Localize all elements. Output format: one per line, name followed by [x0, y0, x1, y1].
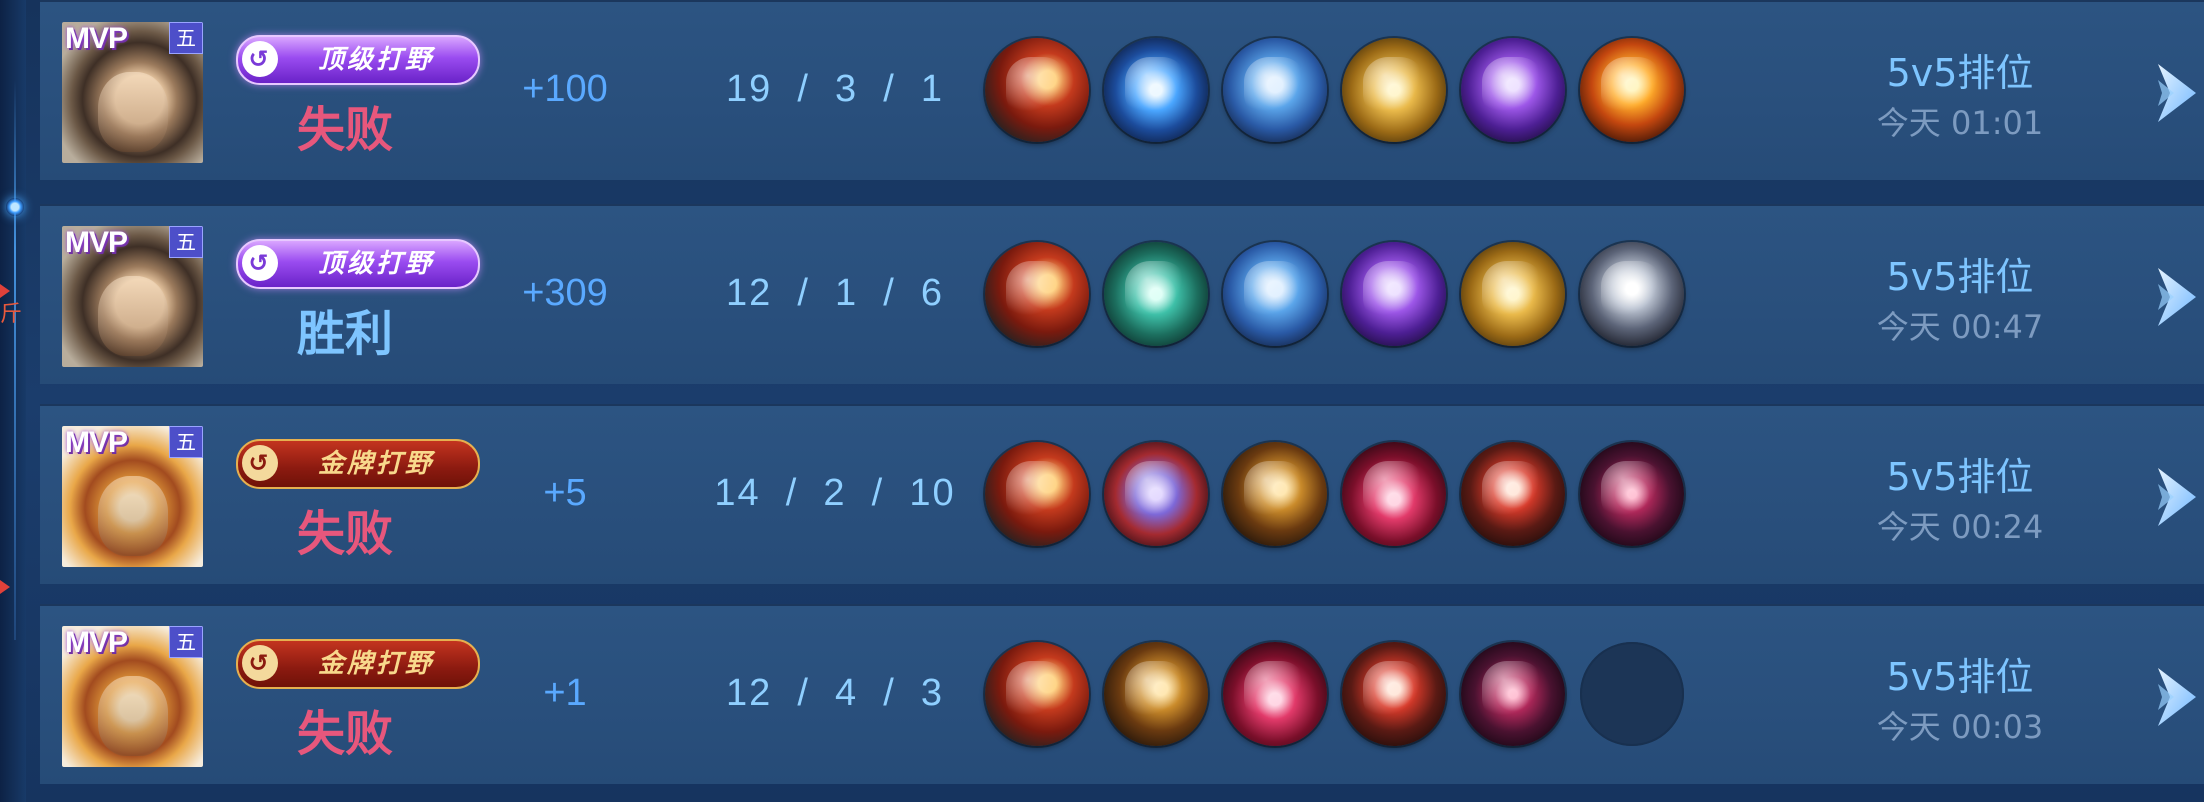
red-gold-blade-item-icon: [985, 442, 1089, 546]
side-label: 斤: [0, 302, 23, 327]
dark-blade-item-icon: [1461, 642, 1565, 746]
red-helm-item-icon: [1342, 642, 1446, 746]
hero-title-label: 顶级打野: [317, 249, 434, 279]
swirl-icon: ↺: [242, 245, 278, 281]
match-row[interactable]: MVP 五 ↺ 金牌打野 失败 +1 12 / 4 / 3 5v5排位 今天 0…: [40, 604, 2204, 784]
gold-orb-item-icon: [1461, 242, 1565, 346]
purple-axe-item-icon: [1342, 242, 1446, 346]
score-change: +100: [522, 68, 608, 110]
blue-axe-item-icon: [1223, 38, 1327, 142]
hero-title-badge: ↺ 金牌打野: [236, 639, 480, 689]
rank-badge: 五: [169, 22, 203, 54]
hero-title-badge: ↺ 顶级打野: [236, 239, 480, 289]
match-result: 失败: [296, 102, 393, 158]
blue-winged-sword-item-icon: [1104, 38, 1208, 142]
kda-stats: 12 / 1 / 6: [725, 272, 945, 314]
game-mode: 5v5排位: [1886, 455, 2034, 499]
hero-avatar[interactable]: MVP 五: [62, 226, 203, 367]
chevron-right-icon[interactable]: [2152, 664, 2204, 730]
chevron-right-icon[interactable]: [2152, 464, 2204, 530]
red-gold-blade-item-icon: [985, 38, 1089, 142]
match-time: 今天 00:03: [1876, 708, 2044, 746]
hero-avatar[interactable]: MVP 五: [62, 626, 203, 767]
mvp-label: MVP: [65, 226, 128, 259]
side-progress-dot[interactable]: [6, 198, 24, 216]
mvp-label: MVP: [65, 426, 128, 459]
match-time: 今天 00:47: [1876, 308, 2044, 346]
hero-title-label: 金牌打野: [317, 449, 434, 479]
score-change: +309: [522, 272, 608, 314]
red-helm-item-icon: [1461, 442, 1565, 546]
swirl-icon: ↺: [242, 41, 278, 77]
hero-portrait: [98, 72, 168, 152]
crimson-wings-item-icon: [1223, 642, 1327, 746]
side-panel-edge: 斤: [0, 0, 26, 802]
game-mode: 5v5排位: [1886, 255, 2034, 299]
kda-stats: 12 / 4 / 3: [725, 672, 945, 714]
chevron-right-icon[interactable]: [2152, 60, 2204, 126]
hero-title-label: 顶级打野: [317, 45, 434, 75]
purple-axe-item-icon: [1461, 38, 1565, 142]
mvp-label: MVP: [65, 22, 128, 55]
kda-stats: 19 / 3 / 1: [725, 68, 945, 110]
purple-gauntlet-item-icon: [1104, 442, 1208, 546]
score-change: +5: [543, 472, 587, 514]
dark-blade-item-icon: [1580, 442, 1684, 546]
hero-title-label: 金牌打野: [317, 649, 434, 679]
hero-portrait: [98, 476, 168, 556]
hero-avatar[interactable]: MVP 五: [62, 426, 203, 567]
match-time: 今天 01:01: [1876, 104, 2044, 142]
red-gold-blade-item-icon: [985, 242, 1089, 346]
game-mode: 5v5排位: [1886, 51, 2034, 95]
match-result: 失败: [296, 506, 393, 562]
mvp-label: MVP: [65, 626, 128, 659]
gold-orb-item-icon: [1342, 38, 1446, 142]
side-marker-icon: [0, 580, 10, 594]
kda-stats: 14 / 2 / 10: [714, 472, 956, 514]
empty-item-slot: [1580, 642, 1684, 746]
rank-badge: 五: [169, 426, 203, 458]
match-time: 今天 00:24: [1876, 508, 2044, 546]
match-row[interactable]: MVP 五 ↺ 金牌打野 失败 +5 14 / 2 / 10 5v5排位 今天 …: [40, 404, 2204, 584]
red-gold-blade-item-icon: [985, 642, 1089, 746]
hero-title-badge: ↺ 金牌打野: [236, 439, 480, 489]
match-result: 胜利: [296, 306, 393, 362]
rank-badge: 五: [169, 626, 203, 658]
match-row[interactable]: MVP 五 ↺ 顶级打野 胜利 +309 12 / 1 / 6 5v5排位 今天…: [40, 204, 2204, 384]
hero-portrait: [98, 276, 168, 356]
score-change: +1: [543, 672, 587, 714]
fire-sword-item-icon: [1580, 38, 1684, 142]
match-row[interactable]: MVP 五 ↺ 顶级打野 失败 +100 19 / 3 / 1 5v5排位 今天…: [40, 0, 2204, 180]
side-progress-line: [14, 80, 16, 640]
match-result: 失败: [296, 706, 393, 762]
hero-portrait: [98, 676, 168, 756]
crimson-wings-item-icon: [1342, 442, 1446, 546]
game-mode: 5v5排位: [1886, 655, 2034, 699]
silver-armor-item-icon: [1580, 242, 1684, 346]
swirl-icon: ↺: [242, 445, 278, 481]
chevron-right-icon[interactable]: [2152, 264, 2204, 330]
rank-badge: 五: [169, 226, 203, 258]
swirl-icon: ↺: [242, 645, 278, 681]
hero-avatar[interactable]: MVP 五: [62, 22, 203, 163]
gold-spear-item-icon: [1104, 642, 1208, 746]
green-boots-item-icon: [1104, 242, 1208, 346]
blue-axe-item-icon: [1223, 242, 1327, 346]
hero-title-badge: ↺ 顶级打野: [236, 35, 480, 85]
gold-spear-item-icon: [1223, 442, 1327, 546]
